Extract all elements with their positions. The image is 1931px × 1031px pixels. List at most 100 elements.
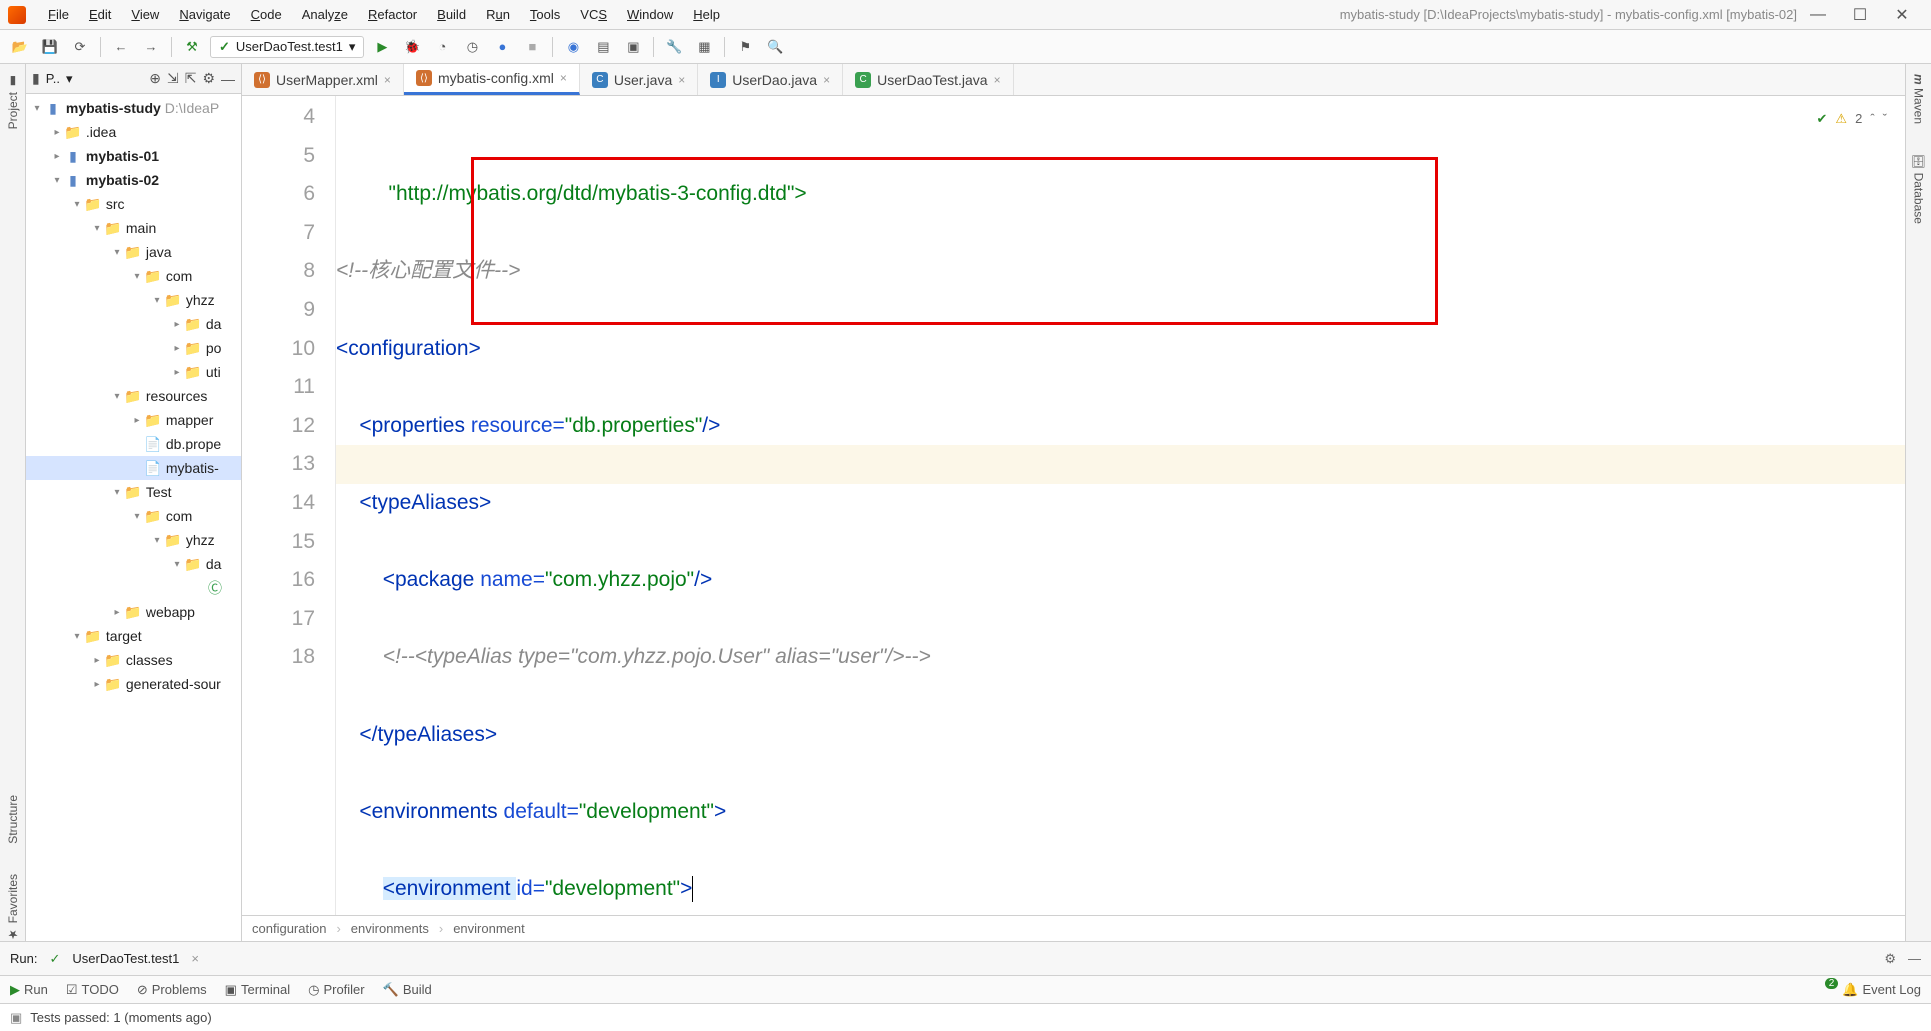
tab-user-java[interactable]: CUser.java× (580, 64, 698, 95)
sync-icon[interactable]: ⟳ (68, 35, 92, 59)
wrench-icon[interactable]: 🔧 (662, 35, 686, 59)
run-icon[interactable]: ▶ (370, 35, 394, 59)
editor-body[interactable]: 456 789 101112 131415 161718 "http://myb… (242, 96, 1905, 915)
bottom-todo[interactable]: ☑TODO (66, 982, 119, 998)
flag-icon[interactable]: ⚑ (733, 35, 757, 59)
rail-database[interactable]: 🗄 Database (1912, 154, 1926, 224)
tab-usermapper[interactable]: ⟨⟩UserMapper.xml× (242, 64, 404, 95)
menu-file[interactable]: FFileile (38, 5, 79, 24)
xml-icon: ⟨⟩ (254, 72, 270, 88)
search-icon[interactable]: 🔍 (763, 35, 787, 59)
sidebar-header: ▮ P.. ▾ ⊕ ⇲ ⇱ ⚙ — (26, 64, 241, 94)
menu-navigate[interactable]: Navigate (169, 5, 240, 24)
expand-icon[interactable]: ⇲ (167, 70, 179, 87)
menu-window[interactable]: Window (617, 5, 683, 24)
gear-icon[interactable]: ⚙ (202, 70, 215, 87)
ok-icon: ✓ (219, 39, 230, 55)
up-icon[interactable]: ˆ (1870, 100, 1874, 139)
gutter[interactable]: 456 789 101112 131415 161718 (242, 96, 336, 915)
run-config-label: UserDaoTest.test1 (236, 39, 343, 54)
menu-code[interactable]: Code (241, 5, 292, 24)
bottom-toolbar: ▶Run ☑TODO ⊘Problems ▣Terminal ◷Profiler… (0, 975, 1931, 1003)
window-maximize-icon[interactable]: ☐ (1839, 5, 1881, 25)
bottom-problems[interactable]: ⊘Problems (137, 982, 207, 998)
collapse-icon[interactable]: ⇱ (185, 70, 197, 87)
menu-analyze[interactable]: Analyze (292, 5, 358, 24)
debug-icon[interactable]: 🐞 (400, 35, 424, 59)
menubar: FFileile Edit View Navigate Code Analyze… (0, 0, 1931, 30)
back-icon[interactable]: ← (109, 35, 133, 59)
tab-mybatis-config[interactable]: ⟨⟩mybatis-config.xml× (404, 64, 580, 95)
app-logo-icon (8, 6, 26, 24)
drawer-icon[interactable]: ▣ (10, 1010, 22, 1026)
stop-icon[interactable]: ■ (520, 35, 544, 59)
menu-tools[interactable]: Tools (520, 5, 570, 24)
status-message: Tests passed: 1 (moments ago) (30, 1010, 211, 1025)
bottom-build[interactable]: 🔨Build (383, 982, 432, 998)
gear-icon[interactable]: ⚙ (1884, 951, 1896, 967)
close-icon[interactable]: × (678, 73, 685, 87)
down-icon[interactable]: ˇ (1883, 100, 1887, 139)
db-icon[interactable]: ▤ (591, 35, 615, 59)
close-icon[interactable]: × (384, 73, 391, 87)
concurrent-icon[interactable]: ● (490, 35, 514, 59)
warning-icon: ⚠ (1835, 100, 1847, 139)
code-area[interactable]: "http://mybatis.org/dtd/mybatis-3-config… (336, 96, 1905, 915)
project-tree[interactable]: ▾▮ mybatis-study D:\IdeaP ▸📁 .idea ▸▮ my… (26, 94, 241, 941)
java-icon: C (592, 72, 608, 88)
editor-inspections[interactable]: ✔ ⚠ 2 ˆ ˇ (1817, 100, 1887, 139)
box-icon[interactable]: ▣ (621, 35, 645, 59)
sidebar-title: P.. (46, 71, 60, 86)
chevron-down-icon[interactable]: ▾ (66, 71, 73, 87)
hide-icon[interactable]: — (221, 71, 235, 87)
profile-icon[interactable]: ◷ (460, 35, 484, 59)
menu-edit[interactable]: Edit (79, 5, 121, 24)
build-icon[interactable]: ⚒ (180, 35, 204, 59)
xml-icon: ⟨⟩ (416, 70, 432, 86)
save-icon[interactable]: 💾 (38, 35, 62, 59)
menu-vcs[interactable]: VCS (570, 5, 617, 24)
close-icon[interactable]: × (560, 71, 567, 85)
run-label: Run: (10, 951, 37, 966)
window-minimize-icon[interactable]: — (1797, 6, 1839, 24)
window-title: mybatis-study [D:\IdeaProjects\mybatis-s… (1340, 7, 1797, 22)
menu-build[interactable]: Build (427, 5, 476, 24)
menu-refactor[interactable]: Refactor (358, 5, 427, 24)
close-icon[interactable]: × (191, 951, 199, 966)
left-rail: Project ▮ Structure ★ Favorites (0, 64, 26, 941)
forward-icon[interactable]: → (139, 35, 163, 59)
close-icon[interactable]: × (823, 73, 830, 87)
bottom-run[interactable]: ▶Run (10, 982, 48, 998)
toolbar: 📂 💾 ⟳ ← → ⚒ ✓ UserDaoTest.test1 ▾ ▶ 🐞 ◔ … (0, 30, 1931, 64)
tab-userdaotest[interactable]: CUserDaoTest.java× (843, 64, 1014, 95)
bottom-terminal[interactable]: ▣Terminal (225, 982, 290, 998)
window-close-icon[interactable]: ✕ (1881, 5, 1923, 25)
tab-userdao-java[interactable]: IUserDao.java× (698, 64, 843, 95)
coverage-icon[interactable]: ◔ (430, 35, 454, 59)
editor-tabbar: ⟨⟩UserMapper.xml× ⟨⟩mybatis-config.xml× … (242, 64, 1905, 96)
editor-area: ⟨⟩UserMapper.xml× ⟨⟩mybatis-config.xml× … (242, 64, 1905, 941)
rail-favorites[interactable]: ★ Favorites (6, 874, 20, 941)
menu-run[interactable]: Run (476, 5, 520, 24)
settings-icon[interactable]: ▦ (692, 35, 716, 59)
bottom-eventlog[interactable]: 2🔔Event Log (1825, 982, 1921, 998)
rail-maven[interactable]: m Maven (1912, 74, 1926, 124)
rail-structure[interactable]: Structure (6, 795, 20, 844)
run-panel: Run: ✓ UserDaoTest.test1 × ⚙ — (0, 941, 1931, 975)
open-icon[interactable]: 📂 (8, 35, 32, 59)
test-icon: C (855, 72, 871, 88)
breadcrumb[interactable]: configuration› environments› environment (242, 915, 1905, 941)
chevron-down-icon: ▾ (349, 39, 356, 55)
run-config-selector[interactable]: ✓ UserDaoTest.test1 ▾ (210, 36, 364, 58)
web-icon[interactable]: ◉ (561, 35, 585, 59)
rail-project[interactable]: Project ▮ (6, 74, 20, 129)
right-rail: m Maven 🗄 Database (1905, 64, 1931, 941)
close-icon[interactable]: × (994, 73, 1001, 87)
statusbar: ▣ Tests passed: 1 (moments ago) (0, 1003, 1931, 1031)
warn-count: 2 (1855, 100, 1862, 139)
menu-view[interactable]: View (121, 5, 169, 24)
hide-icon[interactable]: — (1908, 951, 1921, 967)
bottom-profiler[interactable]: ◷Profiler (308, 982, 365, 998)
menu-help[interactable]: Help (683, 5, 730, 24)
target-icon[interactable]: ⊕ (149, 70, 161, 87)
